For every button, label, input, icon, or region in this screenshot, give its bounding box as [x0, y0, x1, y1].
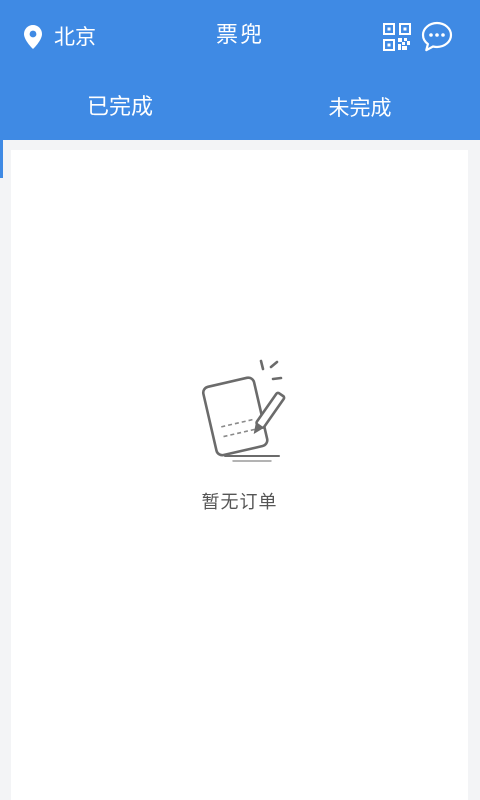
- location-selector[interactable]: 北京: [24, 22, 96, 52]
- app-root: 北京 票兜 已完成 未完成 暂无订单: [0, 0, 480, 800]
- location-label: 北京: [54, 25, 96, 49]
- location-pin-icon: [24, 25, 42, 49]
- order-list-panel: 暂无订单: [11, 150, 468, 800]
- order-tabs: 已完成 未完成: [0, 76, 480, 140]
- active-indicator: [0, 140, 3, 178]
- message-button[interactable]: [421, 21, 453, 53]
- empty-state-message: 暂无订单: [201, 492, 278, 513]
- header: 北京 票兜 已完成 未完成: [0, 0, 480, 140]
- tab-completed[interactable]: 已完成: [0, 76, 240, 140]
- qr-code-icon: [383, 23, 411, 51]
- tab-incomplete[interactable]: 未完成: [240, 76, 480, 140]
- empty-orders-icon: [199, 353, 299, 468]
- top-bar: 北京 票兜: [0, 0, 480, 76]
- qr-code-button[interactable]: [383, 23, 411, 51]
- chat-bubble-icon: [421, 21, 453, 52]
